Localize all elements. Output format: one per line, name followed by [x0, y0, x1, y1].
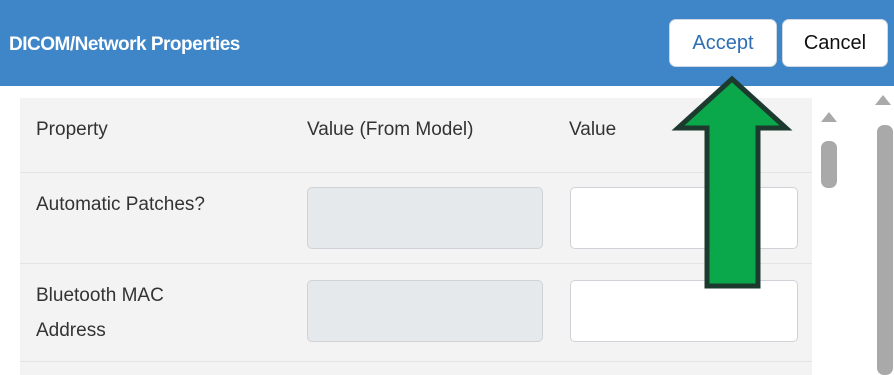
model-value-field: [307, 187, 543, 249]
panel-scrollbar[interactable]: [872, 95, 894, 375]
scrollbar-thumb[interactable]: [821, 141, 837, 188]
table-row: Automatic Patches?: [20, 173, 812, 264]
properties-table: Property Value (From Model) Value Automa…: [20, 98, 812, 375]
property-label: Bluetooth MAC Address: [36, 285, 164, 341]
panel-scrollbar-thumb[interactable]: [877, 125, 893, 375]
table-header-row: Property Value (From Model) Value: [20, 98, 812, 173]
model-value-field: [307, 280, 543, 342]
table-row: Bluetooth MAC Address: [20, 264, 812, 362]
column-header-value: Value: [569, 119, 617, 140]
value-input[interactable]: [570, 280, 798, 342]
table-scrollbar[interactable]: [818, 100, 840, 300]
property-label: Automatic Patches?: [36, 194, 205, 215]
accept-button[interactable]: Accept: [669, 19, 777, 67]
value-input[interactable]: [570, 187, 798, 249]
column-header-model-value: Value (From Model): [307, 119, 474, 140]
table-row: [20, 362, 812, 375]
scroll-up-arrow-icon[interactable]: [821, 112, 837, 122]
dialog-header: DICOM/Network Properties Accept Cancel: [0, 0, 894, 86]
dialog-title: DICOM/Network Properties: [9, 34, 240, 55]
cancel-button[interactable]: Cancel: [782, 19, 888, 67]
column-header-property: Property: [36, 119, 108, 140]
panel-scroll-up-arrow-icon[interactable]: [875, 95, 891, 105]
